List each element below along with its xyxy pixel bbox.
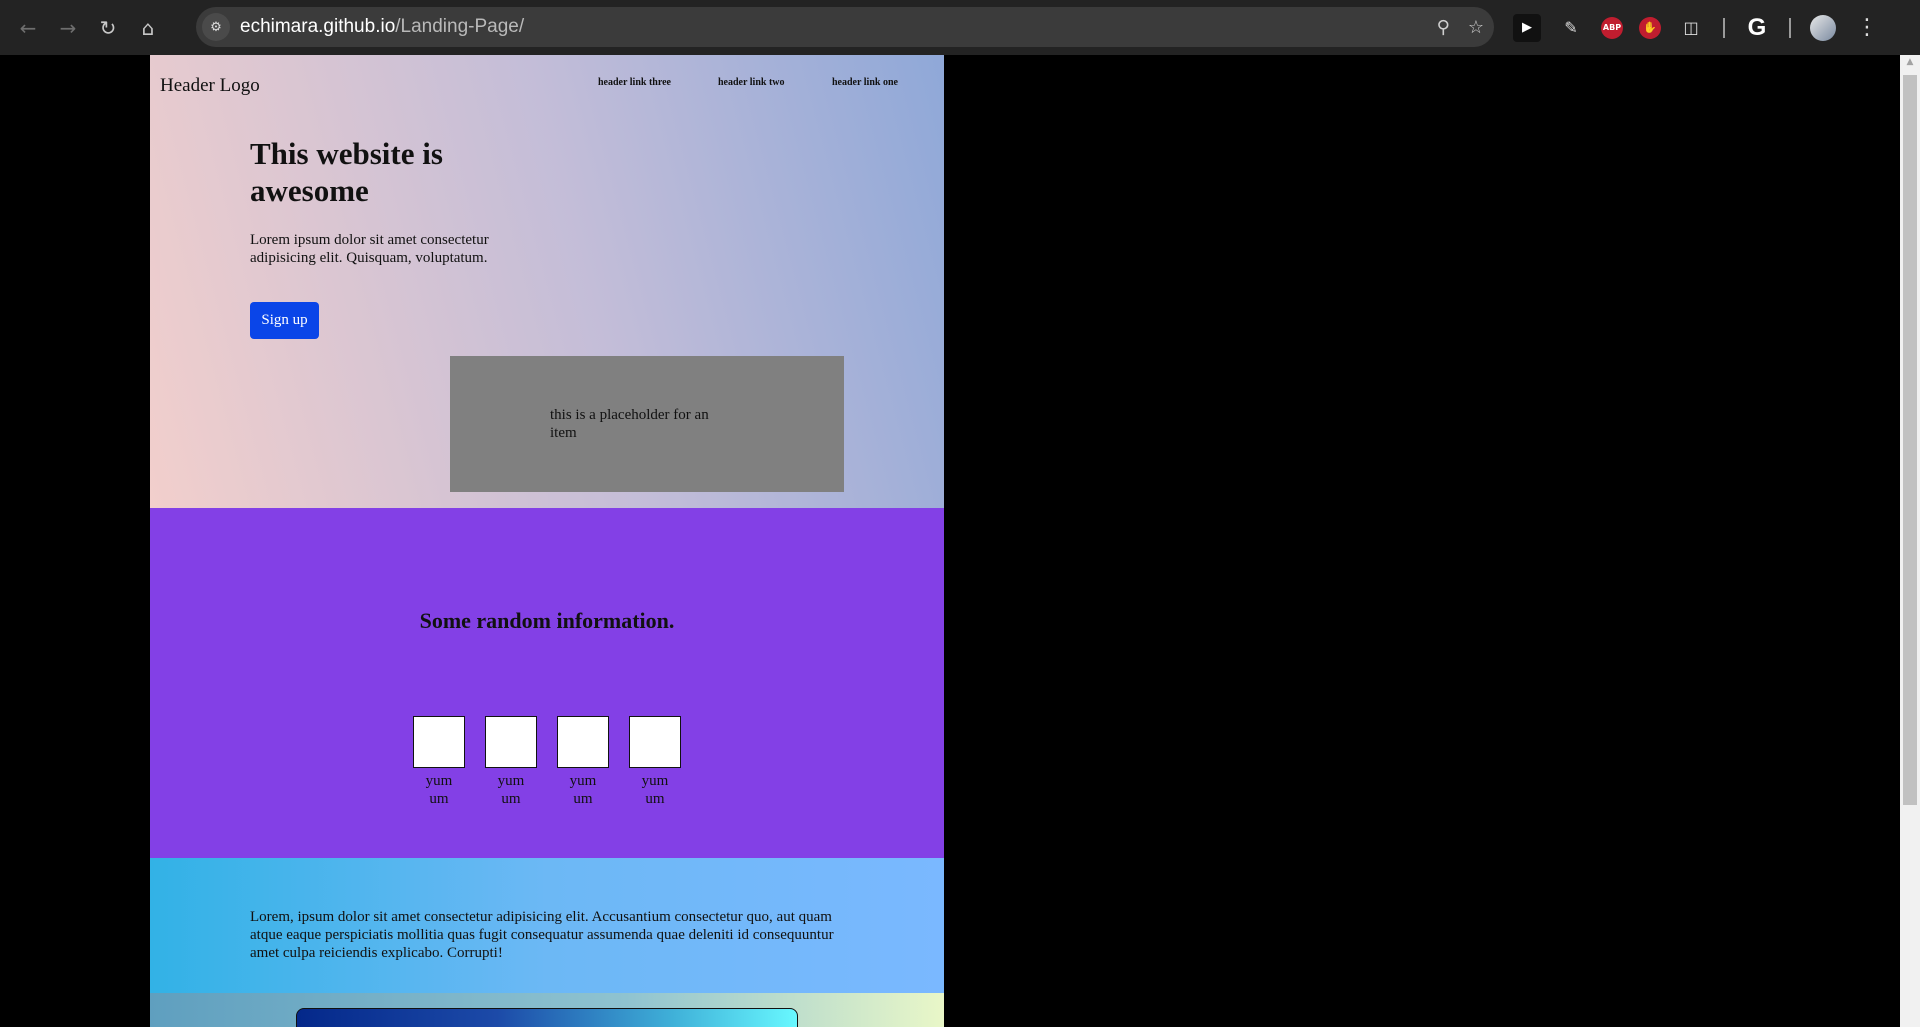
back-arrow-icon[interactable]: ←: [8, 8, 48, 48]
profile-avatar[interactable]: [1809, 14, 1837, 42]
cta-box: [296, 1008, 798, 1027]
cta-section: [150, 993, 944, 1027]
tile-label: yum um: [569, 773, 597, 807]
info-tile: yum um: [485, 716, 537, 808]
scroll-up-arrow-icon[interactable]: ▲: [1900, 57, 1920, 71]
adblock-plus-icon[interactable]: ABP: [1601, 16, 1623, 39]
quote-text: Lorem, ipsum dolor sit amet consectetur …: [250, 909, 834, 961]
header-link-one[interactable]: header link one: [832, 77, 898, 88]
tile-image: [629, 716, 681, 768]
info-title: Some random information.: [419, 608, 675, 633]
hero-section: Header Logo header link three header lin…: [150, 55, 944, 508]
url-text[interactable]: echimara.github.io/Landing-Page/: [240, 16, 524, 38]
info-section: Some random information. yum um yum um y…: [150, 508, 944, 858]
google-label: G: [1747, 13, 1767, 41]
toolbar-divider: [1723, 17, 1725, 38]
info-tile: yum um: [557, 716, 609, 808]
abp-label: ABP: [1602, 23, 1622, 32]
page-scrollbar[interactable]: ▲: [1900, 55, 1920, 1027]
placeholder-text: this is a placeholder for an item: [550, 407, 709, 441]
info-tile: yum um: [413, 716, 465, 808]
extensions-bar: ▶ ✎ ABP ✋ ◫ G ⋮: [1505, 0, 1889, 55]
eyedropper-icon[interactable]: ✎: [1557, 14, 1585, 42]
bookmark-star-icon[interactable]: ☆: [1468, 17, 1484, 38]
google-icon[interactable]: G: [1743, 14, 1771, 42]
signup-button[interactable]: Sign up: [250, 302, 319, 339]
info-tile: yum um: [629, 716, 681, 808]
youtube-ext-icon[interactable]: ▶: [1513, 13, 1541, 42]
page-viewport: Header Logo header link three header lin…: [0, 55, 1900, 1027]
reload-icon[interactable]: ↻: [88, 8, 128, 48]
quote-section: Lorem, ipsum dolor sit amet consectetur …: [150, 858, 944, 993]
home-icon[interactable]: ⌂: [128, 8, 168, 48]
puzzle-extensions-icon[interactable]: ◫: [1677, 14, 1705, 42]
stop-hand-icon[interactable]: ✋: [1639, 16, 1661, 39]
tile-image: [557, 716, 609, 768]
menu-kebab-icon[interactable]: ⋮: [1853, 14, 1881, 42]
toolbar-divider: [1789, 17, 1791, 38]
tile-label: yum um: [497, 773, 525, 807]
browser-toolbar: ← → ↻ ⌂ ⚙ echimara.github.io/Landing-Pag…: [0, 0, 1920, 55]
item-placeholder: this is a placeholder for an item: [450, 356, 844, 492]
header-link-two[interactable]: header link two: [718, 77, 785, 88]
hero-text: Lorem ipsum dolor sit amet consectetur a…: [250, 232, 489, 266]
header-link-three[interactable]: header link three: [598, 77, 671, 88]
address-bar[interactable]: ⚙ echimara.github.io/Landing-Page/ ⚲ ☆: [196, 7, 1494, 47]
tile-image: [413, 716, 465, 768]
zoom-icon[interactable]: ⚲: [1437, 17, 1450, 38]
tile-label: yum um: [641, 773, 669, 807]
url-path: /Landing-Page/: [395, 16, 525, 37]
tile-label: yum um: [425, 773, 453, 807]
landing-page: Header Logo header link three header lin…: [150, 55, 944, 1027]
avatar: [1810, 14, 1836, 41]
site-info-icon[interactable]: ⚙: [202, 13, 230, 41]
header-logo[interactable]: Header Logo: [160, 75, 260, 97]
url-host: echimara.github.io: [240, 16, 396, 37]
forward-arrow-icon[interactable]: →: [48, 8, 88, 48]
tile-image: [485, 716, 537, 768]
hero-title: This website is awesome: [250, 136, 443, 208]
scroll-thumb[interactable]: [1903, 75, 1917, 805]
